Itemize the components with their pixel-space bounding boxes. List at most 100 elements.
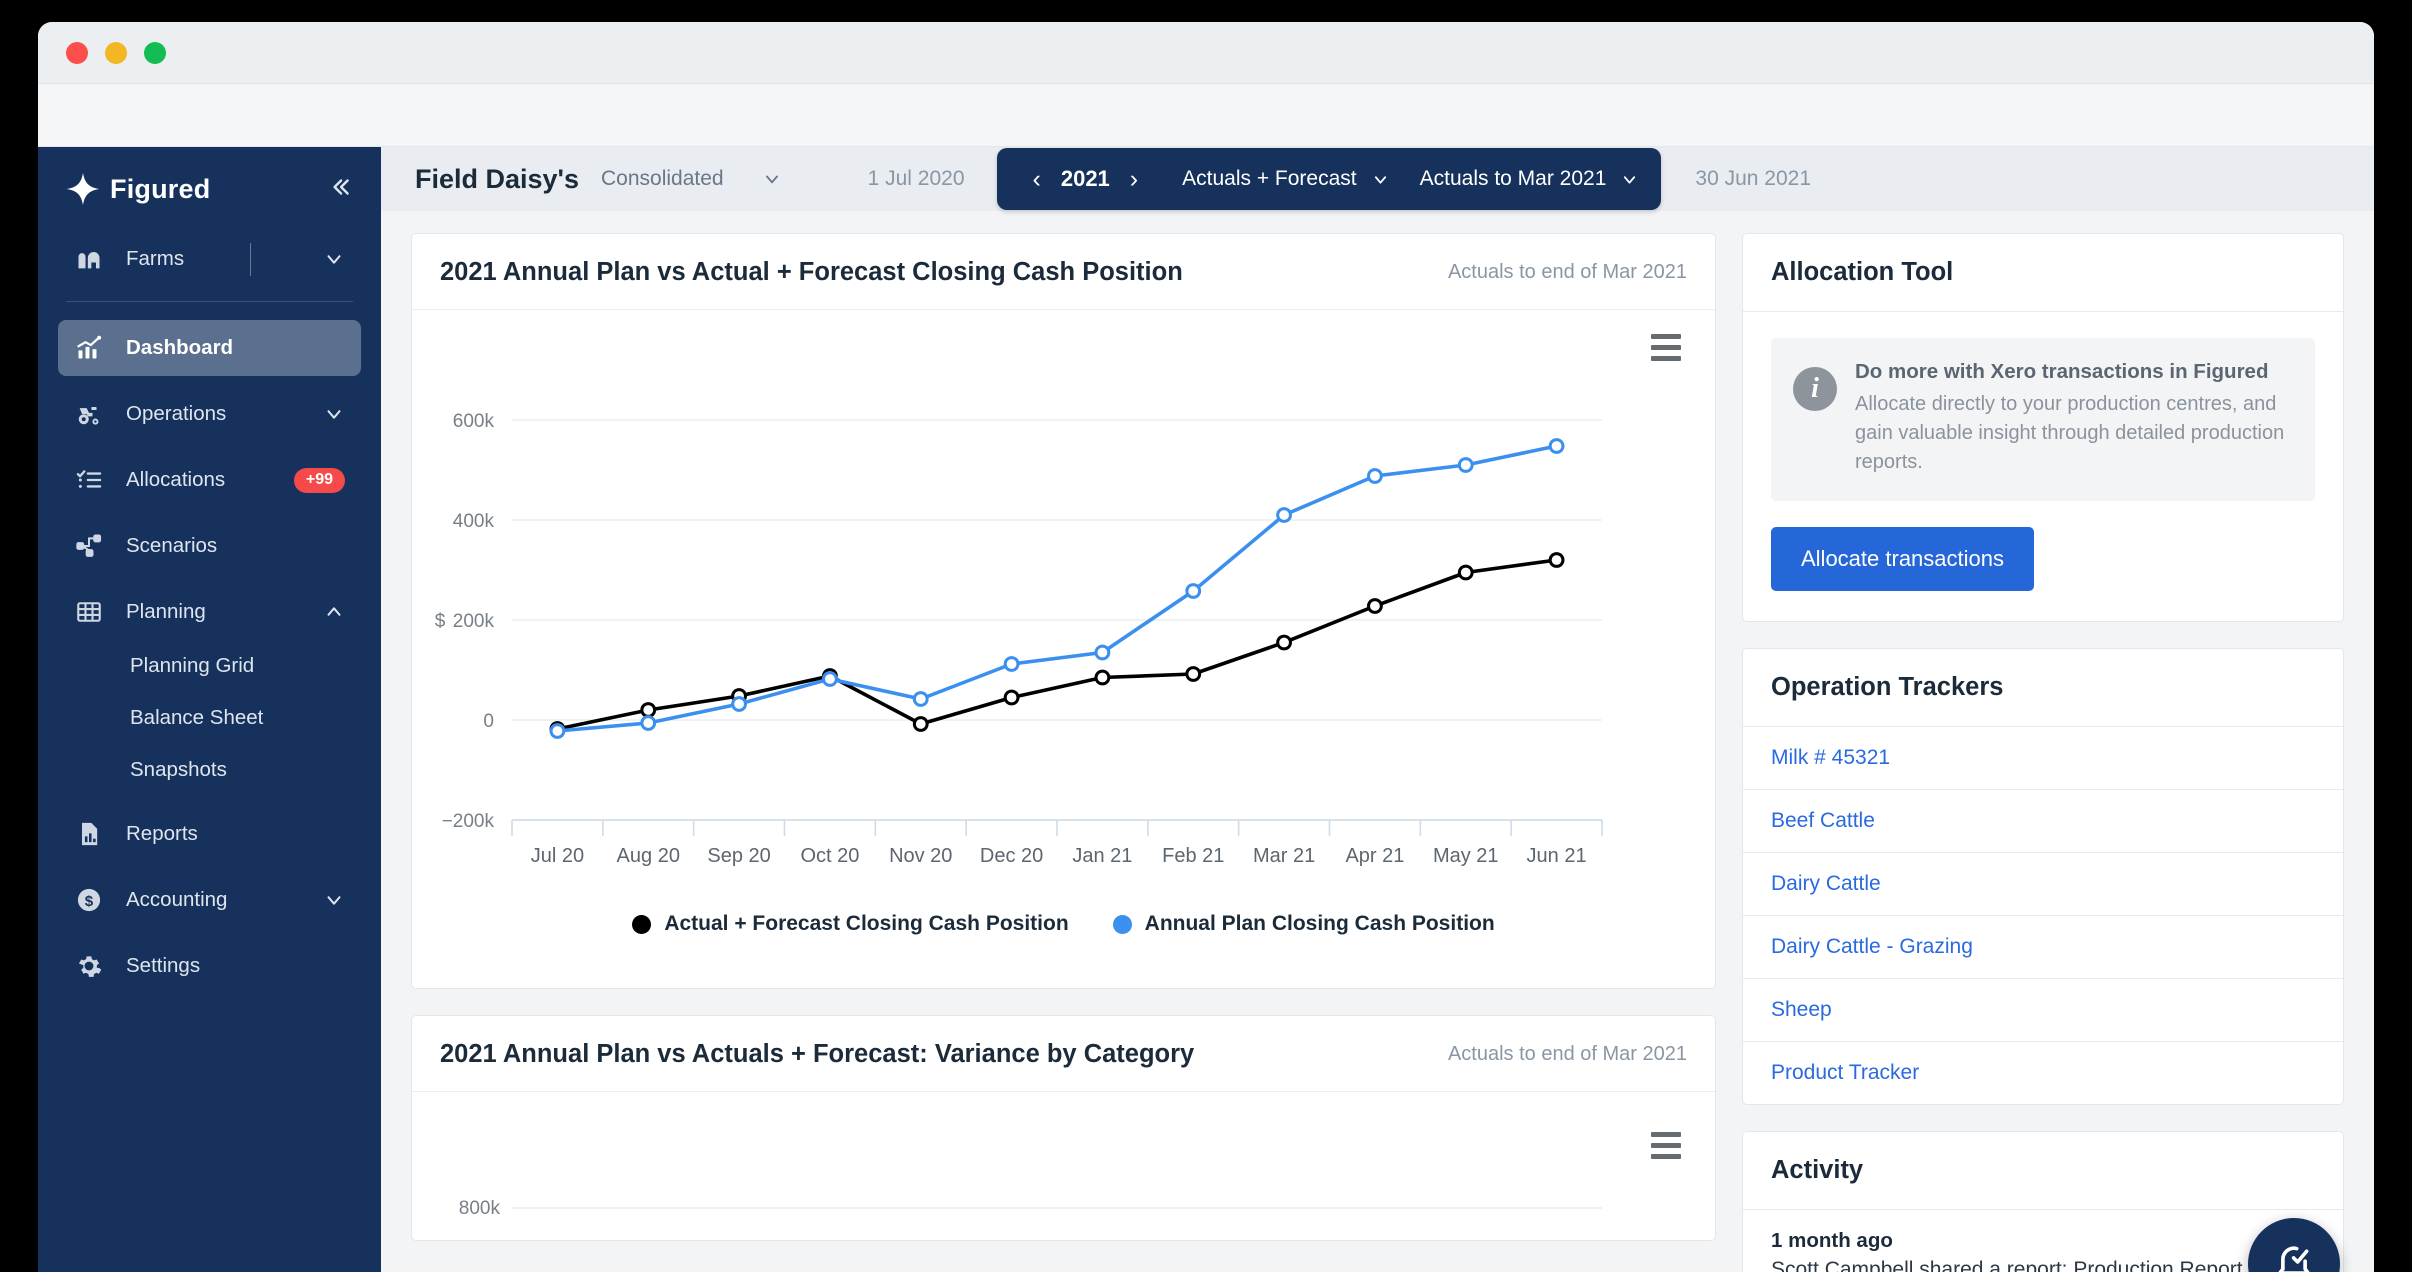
cash-chart-body: −200k 0 200k 400k 600k $ Jul 20 Aug 20 Sep 20 Oct… [412,310,1715,988]
svg-text:Jun 21: Jun 21 [1527,845,1587,867]
period-start-date: 1 Jul 2020 [867,167,965,190]
operation-tracker-item[interactable]: Beef Cattle [1743,790,2343,853]
sidebar-item-planning[interactable]: Planning [58,584,361,640]
svg-text:600k: 600k [453,411,495,432]
operation-tracker-item[interactable]: Milk # 45321 [1743,727,2343,790]
sidebar-subitem-balance-sheet[interactable]: Balance Sheet [38,692,381,744]
collapse-sidebar-button[interactable] [321,170,359,209]
operation-tracker-item[interactable]: Product Tracker [1743,1042,2343,1104]
cash-chart-subtitle: Actuals to end of Mar 2021 [1447,261,1687,283]
legend-label: Annual Plan Closing Cash Position [1144,912,1495,935]
scenario-select[interactable]: Actuals + Forecast [1182,167,1390,191]
legend-item-plan[interactable]: Annual Plan Closing Cash Position [1112,912,1495,936]
chevron-down-icon [1371,170,1390,189]
sidebar-item-label-reports: Reports [126,822,198,845]
svg-text:Nov 20: Nov 20 [889,845,952,867]
legend-label: Actual + Forecast Closing Cash Position [664,912,1069,935]
sidebar-item-reports[interactable]: Reports [58,806,361,862]
info-banner: i Do more with Xero transactions in Figu… [1771,338,2315,501]
chevron-down-icon [1620,170,1639,189]
sidebar-item-dashboard[interactable]: Dashboard [58,320,361,376]
hamburger-menu-icon[interactable] [1651,1132,1681,1165]
sidebar-item-operations[interactable]: Operations [58,386,361,442]
allocate-transactions-button[interactable]: Allocate transactions [1771,527,2034,591]
cash-position-line-chart: −200k 0 200k 400k 600k $ Jul 20 Aug 20 Sep 20 Oct… [435,411,1603,867]
card-header: 2021 Annual Plan vs Actual + Forecast Cl… [412,234,1715,310]
operation-trackers-card: Operation Trackers Milk # 45321 Beef Catt… [1742,648,2344,1105]
svg-text:$: $ [85,893,94,910]
allocation-tool-title: Allocation Tool [1771,258,1954,286]
sidebar-item-label-dashboard: Dashboard [126,336,234,359]
minimize-window-button[interactable] [105,41,127,64]
sidebar-item-scenarios[interactable]: Scenarios [58,518,361,574]
svg-text:$: $ [435,611,446,632]
legend-item-actual[interactable]: Actual + Forecast Closing Cash Position [632,912,1069,936]
allocation-tool-body: i Do more with Xero transactions in Figu… [1743,312,2343,621]
chart-legend: Actual + Forecast Closing Cash Position … [412,912,1715,936]
sidebar-subitem-label: Planning Grid [130,654,255,677]
sitemap-icon [74,531,104,561]
allocations-badge: +99 [293,467,345,493]
svg-text:Feb 21: Feb 21 [1162,845,1224,867]
next-year-button[interactable]: › [1116,165,1152,194]
operation-tracker-item[interactable]: Dairy Cattle [1743,853,2343,916]
entity-select[interactable]: Consolidated [601,167,782,191]
operation-tracker-item[interactable]: Sheep [1743,979,2343,1042]
sidebar-item-farms[interactable]: Farms [58,231,361,287]
sidebar-item-settings[interactable]: Settings [58,938,361,994]
sidebar-subitem-label: Snapshots [130,758,227,781]
main-content: Field Daisy's Consolidated 1 Jul 2020 ‹ … [381,147,2374,1272]
info-text-block: Do more with Xero transactions in Figure… [1855,360,2291,477]
info-description: Allocate directly to your production cen… [1855,393,2285,473]
window-titlebar [38,22,2374,84]
svg-text:May 21: May 21 [1433,845,1499,867]
sidebar-item-accounting[interactable]: $ Accounting [58,872,361,928]
sidebar-subitem-planning-grid[interactable]: Planning Grid [38,640,381,692]
svg-text:Aug 20: Aug 20 [617,845,680,867]
svg-text:Jan 21: Jan 21 [1072,845,1132,867]
actuals-select[interactable]: Actuals to Mar 2021 [1420,167,1640,191]
sidebar: Figured Farms Dashboard Operations Alloc… [38,147,381,1272]
sidebar-item-label-farms: Farms [126,247,185,270]
operation-trackers-title: Operation Trackers [1771,673,2004,701]
sidebar-subitem-snapshots[interactable]: Snapshots [38,744,381,796]
app-frame: Figured Farms Dashboard Operations Alloc… [38,147,2374,1272]
divider [250,242,252,276]
svg-text:Sep 20: Sep 20 [707,845,770,867]
sidebar-item-label-operations: Operations [126,402,227,425]
hamburger-menu-icon[interactable] [1651,334,1681,367]
chevron-up-icon[interactable] [323,601,345,623]
dollar-circle-icon: $ [74,885,104,915]
close-window-button[interactable] [66,41,88,64]
chevron-down-icon[interactable] [323,403,345,425]
dashboard-main-column: 2021 Annual Plan vs Actual + Forecast Cl… [411,233,1716,1272]
svg-text:800k: 800k [459,1198,501,1219]
cash-position-card: 2021 Annual Plan vs Actual + Forecast Cl… [411,233,1716,989]
previous-year-button[interactable]: ‹ [1019,165,1055,194]
maximize-window-button[interactable] [144,41,166,64]
bar-chart-icon [74,333,104,363]
variance-chart-subtitle: Actuals to end of Mar 2021 [1447,1043,1687,1065]
card-header: Allocation Tool [1743,234,2343,312]
info-icon: i [1793,367,1837,411]
browser-window: Figured Farms Dashboard Operations Alloc… [38,22,2374,1272]
sidebar-item-allocations[interactable]: Allocations +99 [58,452,361,508]
chevron-down-icon[interactable] [323,889,345,911]
checklist-icon [74,465,104,495]
sidebar-item-label-accounting: Accounting [126,888,228,911]
period-selector: ‹ 2021 › Actuals + Forecast Actuals to M… [996,148,1662,210]
chevron-down-icon[interactable] [323,248,345,270]
period-end-date: 30 Jun 2021 [1695,167,1811,190]
svg-text:0: 0 [483,711,494,732]
operation-tracker-item[interactable]: Dairy Cattle - Grazing [1743,916,2343,979]
brand-name: Figured [110,173,211,204]
sidebar-divider [66,301,353,302]
chevron-down-icon [762,169,782,189]
sidebar-item-label-planning: Planning [126,600,206,623]
allocation-tool-card: Allocation Tool i Do more with Xero tran… [1742,233,2344,622]
svg-text:Apr 21: Apr 21 [1345,845,1404,867]
